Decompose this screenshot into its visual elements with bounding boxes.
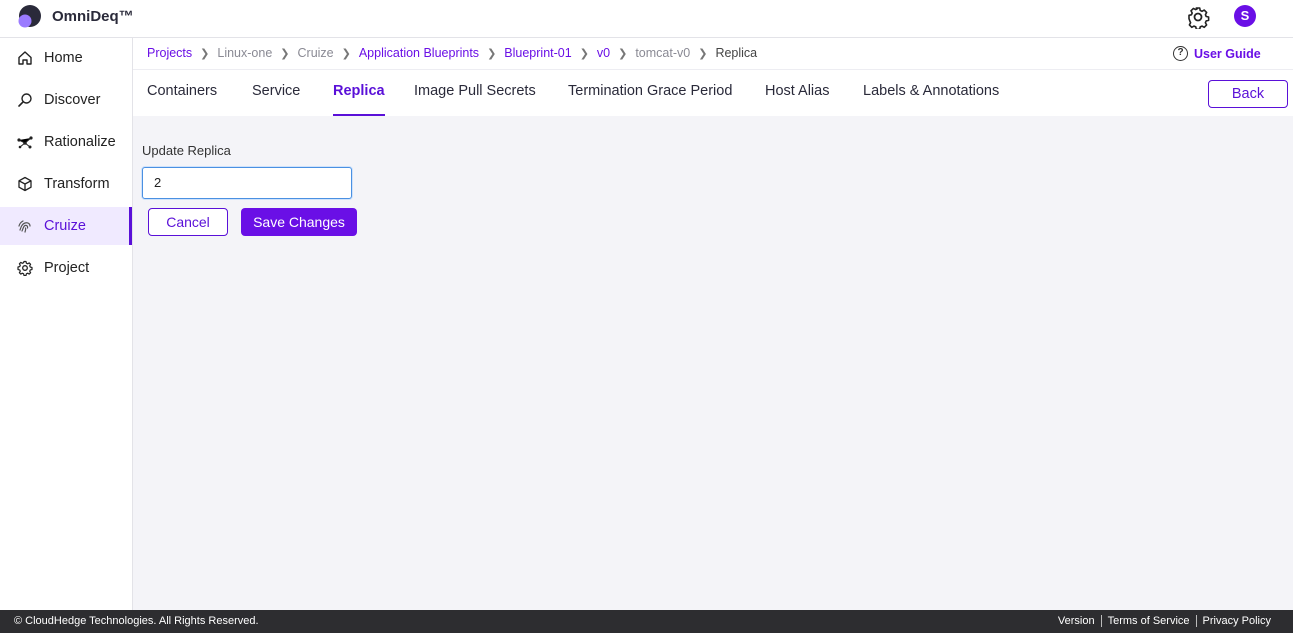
breadcrumb-bar: Projects ❯ Linux-one ❯ Cruize ❯ Applicat… — [133, 38, 1293, 70]
tab-bar: Containers Service Replica Image Pull Se… — [133, 70, 1293, 116]
breadcrumb: Projects ❯ Linux-one ❯ Cruize ❯ Applicat… — [147, 46, 757, 60]
back-button[interactable]: Back — [1208, 80, 1288, 108]
breadcrumb-cruize: Cruize — [297, 46, 334, 60]
chevron-right-icon: ❯ — [280, 47, 290, 60]
chevron-right-icon: ❯ — [341, 47, 351, 60]
sidebar-item-cruize[interactable]: Cruize — [0, 207, 132, 245]
tab-host-alias[interactable]: Host Alias — [765, 83, 829, 116]
fingerprint-icon — [16, 217, 34, 235]
user-avatar[interactable]: S — [1234, 5, 1256, 27]
breadcrumb-blueprint-01[interactable]: Blueprint-01 — [504, 46, 571, 60]
brand-name[interactable]: OmniDeq™ — [52, 8, 134, 25]
tab-labels-annotations[interactable]: Labels & Annotations — [863, 83, 999, 116]
breadcrumb-application-blueprints[interactable]: Application Blueprints — [359, 46, 479, 60]
chevron-right-icon: ❯ — [618, 47, 628, 60]
footer-link-version[interactable]: Version — [1052, 615, 1101, 627]
network-icon — [16, 133, 34, 151]
breadcrumb-projects[interactable]: Projects — [147, 46, 192, 60]
sidebar-item-rationalize[interactable]: Rationalize — [0, 123, 132, 161]
cancel-button[interactable]: Cancel — [148, 208, 228, 236]
footer-link-terms[interactable]: Terms of Service — [1100, 615, 1196, 627]
chevron-right-icon: ❯ — [487, 47, 497, 60]
breadcrumb-linux-one: Linux-one — [217, 46, 273, 60]
footer: © CloudHedge Technologies. All Rights Re… — [0, 610, 1293, 633]
user-guide-link[interactable]: ? User Guide — [1173, 46, 1261, 61]
sidebar-item-label: Transform — [44, 176, 110, 192]
omnideq-logo-icon[interactable] — [16, 4, 42, 30]
sidebar-item-label: Cruize — [44, 218, 86, 234]
main-content: Projects ❯ Linux-one ❯ Cruize ❯ Applicat… — [133, 38, 1293, 610]
home-icon — [16, 49, 34, 67]
footer-links: Version Terms of Service Privacy Policy — [1052, 615, 1277, 627]
tab-image-pull-secrets[interactable]: Image Pull Secrets — [414, 83, 536, 116]
sidebar-item-label: Discover — [44, 92, 101, 108]
sidebar: Home Discover Rationalize Transform Crui… — [0, 38, 133, 610]
copyright-text: © CloudHedge Technologies. All Rights Re… — [14, 615, 259, 627]
search-icon — [16, 91, 34, 109]
gear-icon — [16, 259, 34, 277]
sidebar-item-label: Project — [44, 260, 90, 276]
chevron-right-icon: ❯ — [200, 47, 210, 60]
user-guide-label: User Guide — [1194, 46, 1261, 61]
chevron-right-icon: ❯ — [579, 47, 589, 60]
breadcrumb-v0[interactable]: v0 — [597, 46, 610, 60]
cube-icon — [16, 175, 34, 193]
tab-replica[interactable]: Replica — [333, 83, 385, 116]
save-changes-button[interactable]: Save Changes — [241, 208, 357, 236]
sidebar-item-home[interactable]: Home — [0, 39, 132, 77]
sidebar-item-project[interactable]: Project — [0, 249, 132, 287]
top-bar: OmniDeq™ S — [0, 0, 1293, 38]
chevron-right-icon: ❯ — [698, 47, 708, 60]
tab-service[interactable]: Service — [252, 83, 300, 116]
tab-termination-grace-period[interactable]: Termination Grace Period — [568, 83, 732, 116]
sidebar-item-label: Rationalize — [44, 134, 116, 150]
breadcrumb-tomcat-v0: tomcat-v0 — [635, 46, 691, 60]
sidebar-item-discover[interactable]: Discover — [0, 81, 132, 119]
tab-containers[interactable]: Containers — [147, 83, 217, 116]
breadcrumb-replica: Replica — [715, 46, 758, 60]
settings-gear-icon[interactable] — [1186, 5, 1210, 29]
replica-count-input[interactable]: 2 — [142, 167, 352, 199]
sidebar-item-label: Home — [44, 50, 83, 66]
help-circle-icon: ? — [1173, 46, 1188, 61]
sidebar-item-transform[interactable]: Transform — [0, 165, 132, 203]
update-replica-label: Update Replica — [142, 143, 231, 158]
footer-link-privacy[interactable]: Privacy Policy — [1195, 615, 1277, 627]
